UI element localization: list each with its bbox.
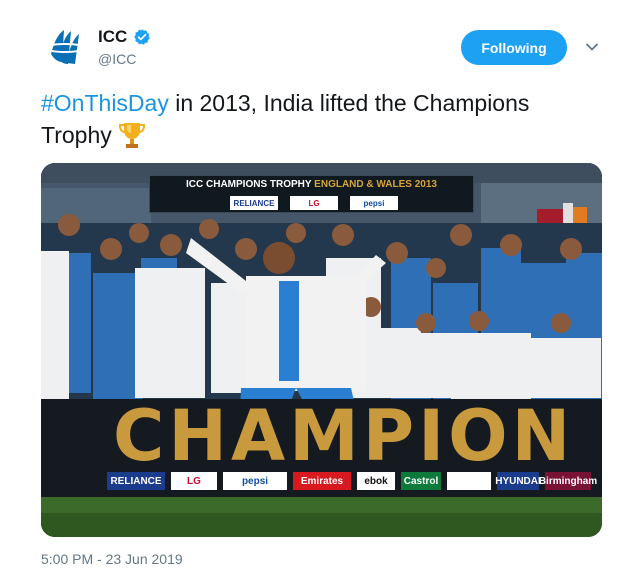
ad-board: pepsi (223, 472, 287, 490)
verified-badge-icon (134, 29, 150, 45)
ad-board: RELIANCE (107, 472, 165, 490)
ad-board: ebok (357, 472, 395, 490)
champion-board-text: CHAMPION (113, 395, 575, 477)
banner-title: ICC CHAMPIONS TROPHY ENGLAND & WALES 201… (150, 179, 473, 190)
ad-board: Emirates (293, 472, 351, 490)
banner-sponsor: RELIANCE (230, 196, 278, 210)
following-button[interactable]: Following (461, 30, 567, 65)
ad-board: Castrol (401, 472, 441, 490)
ad-board (447, 472, 491, 490)
tweet-photo[interactable]: ICC CHAMPIONS TROPHY ENGLAND & WALES 201… (41, 163, 602, 537)
ad-board: LG (171, 472, 217, 490)
chevron-down-icon[interactable] (583, 38, 601, 56)
avatar[interactable] (42, 24, 88, 70)
banner-sponsor: pepsi (350, 196, 398, 210)
banner-title-gold: ENGLAND & WALES 2013 (314, 179, 437, 190)
top-banner: ICC CHAMPIONS TROPHY ENGLAND & WALES 201… (149, 175, 474, 213)
display-name[interactable]: ICC (98, 27, 127, 47)
trophy-icon (118, 123, 145, 148)
banner-title-prefix: ICC CHAMPIONS TROPHY (186, 179, 315, 190)
ad-board: HYUNDAI (495, 472, 541, 490)
tweet: ICC @ICC Following #OnThisDay in 2013, I… (0, 0, 639, 568)
ad-board: Birmingham (539, 472, 597, 490)
tweet-timestamp[interactable]: 5:00 PM - 23 Jun 2019 (41, 551, 183, 567)
hashtag-link[interactable]: #OnThisDay (41, 90, 169, 116)
user-handle[interactable]: @ICC (98, 51, 136, 67)
icc-logo-icon (42, 24, 88, 70)
banner-sponsor: LG (290, 196, 338, 210)
tweet-text: #OnThisDay in 2013, India lifted the Cha… (41, 88, 601, 151)
